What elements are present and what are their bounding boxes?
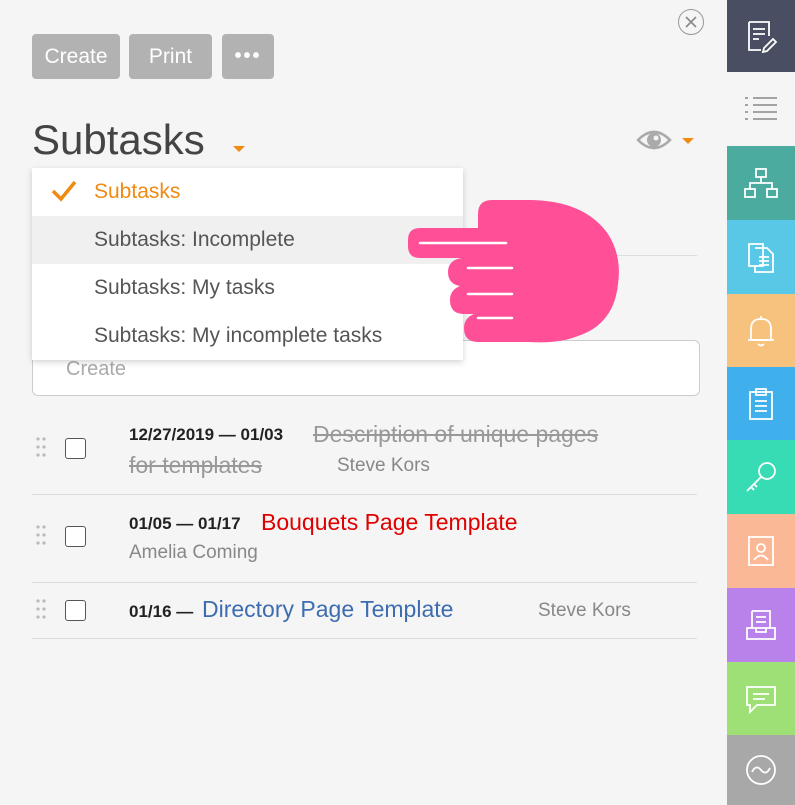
- visibility-caret-icon[interactable]: [682, 138, 694, 144]
- print-button[interactable]: Print: [129, 34, 212, 79]
- list-icon: [745, 97, 777, 120]
- activity-icon: [746, 755, 776, 785]
- drag-handle-icon[interactable]: [35, 598, 47, 620]
- task-checkbox[interactable]: [65, 526, 86, 547]
- task-row[interactable]: 12/27/2019 — 01/03 Description of unique…: [32, 410, 697, 495]
- task-title[interactable]: Bouquets Page Template: [261, 509, 518, 536]
- documents-icon: [748, 243, 774, 273]
- drag-handle-icon[interactable]: [35, 524, 47, 546]
- sidebar-item-clipboard[interactable]: [727, 367, 795, 440]
- task-title-continued[interactable]: for templates: [129, 452, 262, 479]
- create-input-placeholder: Create: [66, 358, 127, 380]
- title-dropdown-caret-icon[interactable]: [233, 146, 245, 152]
- menu-item-subtasks[interactable]: Subtasks: [32, 168, 463, 216]
- menu-item-my-incomplete-tasks[interactable]: Subtasks: My incomplete tasks: [32, 312, 463, 360]
- sidebar-item-inbox[interactable]: [727, 588, 795, 662]
- eye-icon[interactable]: [636, 126, 672, 154]
- close-button[interactable]: [678, 9, 704, 35]
- menu-item-label: Subtasks: My tasks: [94, 276, 275, 299]
- create-button[interactable]: Create: [32, 34, 120, 79]
- task-dates: 01/16 —: [129, 602, 194, 621]
- task-assignee[interactable]: Amelia Coming: [129, 542, 258, 564]
- chat-icon: [746, 685, 776, 714]
- key-icon: [746, 462, 776, 492]
- task-checkbox[interactable]: [65, 600, 86, 621]
- edit-document-icon: [748, 21, 778, 53]
- task-row[interactable]: 01/05 — 01/17 Bouquets Page Template Ame…: [32, 494, 697, 583]
- sidebar-item-activity[interactable]: [727, 735, 795, 805]
- more-button[interactable]: •••: [222, 34, 274, 79]
- page-title[interactable]: Subtasks: [32, 116, 205, 164]
- menu-item-label: Subtasks: My incomplete tasks: [94, 324, 383, 347]
- hierarchy-icon: [744, 168, 778, 198]
- menu-item-my-tasks[interactable]: Subtasks: My tasks: [32, 264, 463, 312]
- task-row[interactable]: 01/16 — Directory Page Template Steve Ko…: [32, 582, 697, 639]
- task-assignee[interactable]: Steve Kors: [337, 455, 430, 477]
- inbox-icon: [746, 610, 776, 640]
- task-dates: 01/05 — 01/17: [129, 514, 241, 533]
- task-title[interactable]: Directory Page Template: [202, 596, 453, 623]
- sidebar-item-details[interactable]: [727, 0, 795, 72]
- menu-item-label: Subtasks: [94, 180, 181, 203]
- menu-item-incomplete[interactable]: Subtasks: Incomplete: [32, 216, 463, 264]
- sidebar-item-notifications[interactable]: [727, 294, 795, 367]
- contact-card-icon: [748, 536, 774, 566]
- sidebar-item-contacts[interactable]: [727, 514, 795, 588]
- filter-dropdown-menu: Subtasks Subtasks: Incomplete Subtasks: …: [32, 168, 463, 360]
- menu-item-label: Subtasks: Incomplete: [94, 228, 295, 251]
- sidebar-item-comments[interactable]: [727, 662, 795, 735]
- task-checkbox[interactable]: [65, 438, 86, 459]
- right-sidebar: [727, 0, 795, 805]
- sidebar-item-hierarchy[interactable]: [727, 146, 795, 220]
- bell-icon: [748, 315, 774, 346]
- pointing-hand-icon: [408, 200, 619, 343]
- close-icon: [685, 16, 697, 28]
- checkmark-icon: [51, 180, 77, 202]
- sidebar-item-access[interactable]: [727, 440, 795, 514]
- subtasks-panel: Create Print ••• Subtasks Create Subtask…: [0, 0, 727, 805]
- sidebar-item-subtasks[interactable]: [727, 72, 795, 146]
- task-assignee[interactable]: Steve Kors: [538, 600, 631, 622]
- drag-handle-icon[interactable]: [35, 436, 47, 458]
- sidebar-item-documents[interactable]: [727, 220, 795, 294]
- clipboard-icon: [749, 387, 773, 420]
- task-dates: 12/27/2019 — 01/03: [129, 425, 284, 444]
- task-title[interactable]: Description of unique pages: [313, 421, 598, 448]
